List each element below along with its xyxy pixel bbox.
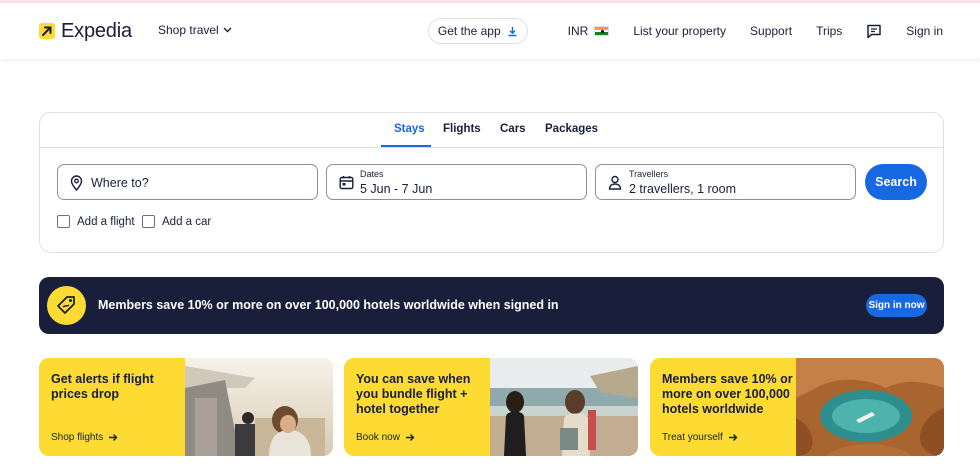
- members-banner: Members save 10% or more on over 100,000…: [39, 277, 944, 334]
- shop-travel-label: Shop travel: [158, 23, 219, 37]
- support-link[interactable]: Support: [750, 24, 792, 38]
- calendar-icon: [339, 176, 354, 190]
- dates-field[interactable]: Dates 5 Jun - 7 Jun: [326, 164, 587, 200]
- member-tag-icon: [47, 286, 86, 325]
- tab-cars[interactable]: Cars: [500, 123, 526, 135]
- destination-placeholder: Where to?: [91, 176, 149, 190]
- travellers-label: Travellers: [629, 169, 669, 179]
- promo-link-label: Treat yourself: [662, 432, 723, 443]
- tab-packages[interactable]: Packages: [545, 123, 598, 135]
- add-flight-checkbox[interactable]: Add a flight: [57, 215, 135, 228]
- promo-card-bundle[interactable]: You can save when you bundle flight + ho…: [344, 358, 638, 456]
- logo-arrow-icon: [39, 23, 55, 39]
- header: Expedia Shop travel Get the app INR List…: [0, 3, 980, 59]
- tab-stays[interactable]: Stays: [394, 123, 425, 135]
- chevron-down-icon: [223, 27, 232, 33]
- promo-link[interactable]: Shop flights: [51, 432, 118, 443]
- sea-cave-image: [796, 358, 944, 456]
- india-flag-icon: [594, 26, 610, 36]
- download-icon: [508, 26, 517, 36]
- dates-label: Dates: [360, 169, 384, 179]
- search-button[interactable]: Search: [865, 164, 927, 200]
- person-icon: [608, 175, 622, 190]
- tab-flights[interactable]: Flights: [443, 123, 481, 135]
- promo-title: You can save when you bundle flight + ho…: [356, 372, 471, 416]
- arrow-right-icon: [109, 434, 118, 441]
- plane-traveller-image: [185, 358, 333, 456]
- active-tab-indicator: [381, 145, 431, 147]
- location-pin-icon: [70, 175, 83, 191]
- promo-link-label: Shop flights: [51, 432, 104, 443]
- arrow-right-icon: [405, 434, 415, 441]
- sign-in-now-button[interactable]: Sign in now: [866, 294, 927, 317]
- sign-in-link[interactable]: Sign in: [906, 24, 943, 38]
- banner-message: Members save 10% or more on over 100,000…: [98, 298, 559, 312]
- checkbox-icon: [57, 215, 70, 228]
- add-flight-label: Add a flight: [77, 215, 135, 228]
- promo-card-members[interactable]: Members save 10% or more on over 100,000…: [650, 358, 944, 456]
- messages-icon[interactable]: [866, 24, 882, 39]
- currency-selector[interactable]: INR: [568, 24, 610, 38]
- header-nav: Get the app INR List your property Suppo…: [427, 18, 943, 44]
- get-the-app-button[interactable]: Get the app: [427, 18, 528, 44]
- list-your-property-link[interactable]: List your property: [633, 24, 726, 38]
- add-car-label: Add a car: [162, 215, 212, 228]
- checkbox-icon: [142, 215, 155, 228]
- dates-value: 5 Jun - 7 Jun: [360, 182, 433, 196]
- promo-link[interactable]: Treat yourself: [662, 432, 738, 443]
- search-card: Stays Flights Cars Packages Where to? Da…: [39, 112, 944, 253]
- beach-walk-image: [490, 358, 638, 456]
- expedia-logo[interactable]: Expedia: [39, 21, 132, 41]
- trips-link[interactable]: Trips: [816, 24, 842, 38]
- logo-text: Expedia: [61, 20, 132, 42]
- get-the-app-label: Get the app: [437, 24, 501, 38]
- promo-title: Get alerts if flight prices drop: [51, 372, 154, 401]
- add-car-checkbox[interactable]: Add a car: [142, 215, 211, 228]
- search-tabs: Stays Flights Cars Packages: [40, 113, 943, 148]
- currency-label: INR: [567, 24, 589, 38]
- shop-travel-menu[interactable]: Shop travel: [158, 23, 232, 37]
- destination-field[interactable]: Where to?: [57, 164, 318, 200]
- promo-link[interactable]: Book now: [356, 432, 415, 443]
- travellers-field[interactable]: Travellers 2 travellers, 1 room: [595, 164, 856, 200]
- promo-card-flights[interactable]: Get alerts if flight prices drop Shop fl…: [39, 358, 333, 456]
- promo-title: Members save 10% or more on over 100,000…: [662, 372, 793, 416]
- promo-link-label: Book now: [356, 432, 400, 443]
- travellers-value: 2 travellers, 1 room: [629, 182, 736, 196]
- arrow-right-icon: [728, 434, 738, 441]
